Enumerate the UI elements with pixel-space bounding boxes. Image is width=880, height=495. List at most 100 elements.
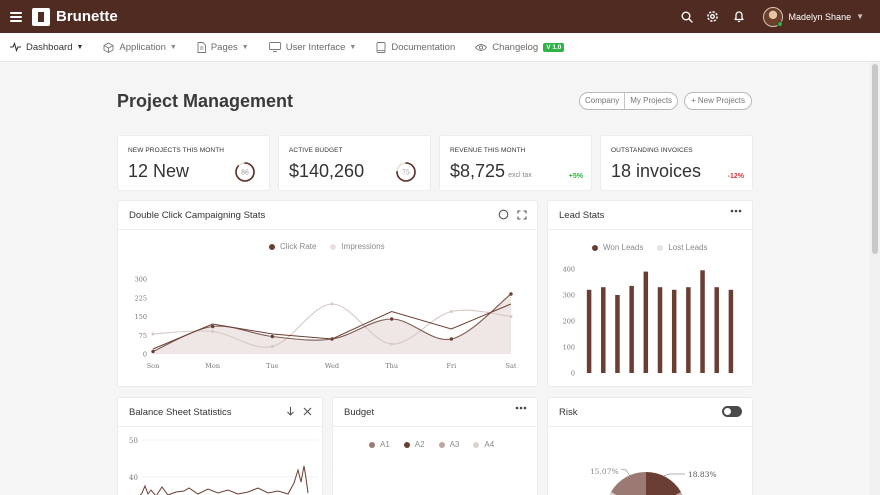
y-tick-label: 225 xyxy=(135,294,147,302)
avatar[interactable] xyxy=(762,6,783,27)
data-point[interactable] xyxy=(330,302,334,306)
online-status-dot xyxy=(776,20,783,27)
stat-value: $140,260 xyxy=(289,161,365,181)
activity-icon xyxy=(10,42,21,52)
menu-icon[interactable] xyxy=(10,11,22,22)
data-point[interactable] xyxy=(330,337,334,341)
stat-label: NEW PROJECTS THIS MONTH xyxy=(128,147,225,154)
x-tick-label: Wed xyxy=(325,362,339,370)
legend-swatch xyxy=(473,441,480,448)
data-point[interactable] xyxy=(210,324,215,329)
data-point[interactable] xyxy=(390,342,394,346)
chevron-down-icon: ▼ xyxy=(76,43,84,51)
progress-ring-value: 75 xyxy=(402,169,410,176)
search-icon[interactable] xyxy=(679,9,695,25)
legend-item-a3[interactable]: A3 xyxy=(438,440,459,449)
bar[interactable] xyxy=(615,295,620,373)
nav-label: Pages xyxy=(210,41,238,53)
y-tick-label: 75 xyxy=(139,332,147,340)
y-tick-label: 40 xyxy=(129,474,138,482)
campaign-stats-card: Double Click Campaigning Stats Click Rat… xyxy=(118,201,537,386)
y-tick-label: 150 xyxy=(135,313,147,321)
legend-item-a1[interactable]: A1 xyxy=(369,440,390,449)
user-name[interactable]: Madelyn Shane xyxy=(789,12,852,22)
legend-label: A4 xyxy=(484,440,495,449)
gear-icon[interactable] xyxy=(705,9,721,25)
bar[interactable] xyxy=(686,287,691,373)
y-tick-label: 400 xyxy=(563,266,575,274)
pie-slice[interactable] xyxy=(646,471,681,495)
card-divider xyxy=(333,426,537,427)
company-button[interactable]: Company xyxy=(580,93,624,109)
view-switch: Company My Projects xyxy=(579,92,679,110)
data-point[interactable] xyxy=(509,292,513,296)
stat-label: OUTSTANDING INVOICES xyxy=(611,147,693,154)
nav-label: Dashboard xyxy=(26,41,73,53)
x-tick-label: Thu xyxy=(385,362,398,370)
data-point[interactable] xyxy=(151,332,155,336)
stat-sub: excl tax xyxy=(508,172,532,179)
brand-name[interactable]: Brunette xyxy=(56,8,118,25)
nav-item-application[interactable]: Application ▼ xyxy=(103,41,177,53)
monitor-icon xyxy=(268,42,281,52)
pie-label: 15.07% xyxy=(590,467,619,476)
nav-item-pages[interactable]: Pages ▼ xyxy=(197,42,249,53)
page-scrollbar-thumb[interactable] xyxy=(872,64,878,254)
brand-logo[interactable] xyxy=(32,7,50,26)
data-point[interactable] xyxy=(449,310,453,313)
more-horizontal-icon[interactable] xyxy=(515,406,527,410)
data-point[interactable] xyxy=(389,317,394,321)
data-point[interactable] xyxy=(151,349,155,354)
bar[interactable] xyxy=(671,289,677,373)
bar[interactable] xyxy=(601,287,606,373)
nav-item-dashboard[interactable]: Dashboard ▼ xyxy=(10,42,83,53)
page-title: Project Management xyxy=(117,91,294,111)
stat-card-revenue: REVENUE THIS MONTH $8,725 excl tax +5% xyxy=(440,136,591,190)
bar[interactable] xyxy=(586,289,592,373)
chart-legend: A1 A2 A3 A4 xyxy=(369,440,508,449)
nav-item-user-interface[interactable]: User Interface ▼ xyxy=(268,42,357,53)
stat-change-positive: +5% xyxy=(568,173,583,180)
y-tick-label: 200 xyxy=(563,318,575,326)
chevron-down-icon[interactable]: ▼ xyxy=(856,12,864,21)
my-projects-button[interactable]: My Projects xyxy=(624,93,677,109)
chevron-down-icon: ▼ xyxy=(169,43,177,51)
nav-item-changelog[interactable]: Changelog V 1.0 xyxy=(475,41,565,53)
lead-stats-card: Lead Stats Won Leads Lost Leads 400 300 20… xyxy=(548,201,752,386)
stat-value: 18 invoices xyxy=(611,161,702,181)
risk-pie-chart: 15.07% 18.83% xyxy=(590,467,717,495)
legend-item-a4[interactable]: A4 xyxy=(473,440,494,449)
nav-item-documentation[interactable]: Documentation xyxy=(376,42,455,53)
file-icon xyxy=(197,41,206,53)
legend-swatch xyxy=(369,441,375,448)
data-point[interactable] xyxy=(211,330,215,333)
card-title: Budget xyxy=(344,407,375,418)
nav-label: Changelog xyxy=(492,41,539,53)
package-icon xyxy=(103,41,114,53)
y-tick-label: 50 xyxy=(129,437,138,445)
data-point[interactable] xyxy=(509,315,513,318)
stat-value-number: $8,725 xyxy=(450,161,506,181)
balance-series-line xyxy=(139,465,309,495)
book-icon xyxy=(376,41,386,53)
data-point[interactable] xyxy=(270,334,275,339)
bar[interactable] xyxy=(700,270,705,373)
bar[interactable] xyxy=(643,271,649,373)
bar[interactable] xyxy=(657,287,663,373)
bar[interactable] xyxy=(629,285,634,373)
legend-label: A2 xyxy=(414,440,425,449)
bar[interactable] xyxy=(714,287,719,373)
bell-icon[interactable] xyxy=(731,9,747,25)
stat-change-negative: -12% xyxy=(727,173,744,180)
pie-label-leader xyxy=(662,473,685,477)
chevron-down-icon: ▼ xyxy=(349,43,357,51)
x-tick-label: Tue xyxy=(266,362,279,370)
x-tick-label: Mon xyxy=(205,362,220,370)
legend-item-a2[interactable]: A2 xyxy=(403,440,425,449)
bar[interactable] xyxy=(728,289,734,373)
campaign-line-chart: 300 225 150 75 0Son Mon Tue Wed Thu Fri Sat xyxy=(135,276,517,371)
new-projects-button[interactable]: + New Projects xyxy=(684,92,753,110)
data-point[interactable] xyxy=(270,345,274,348)
data-point[interactable] xyxy=(449,337,454,341)
stat-card-new-projects: NEW PROJECTS THIS MONTH 12 New 86 xyxy=(118,136,269,190)
